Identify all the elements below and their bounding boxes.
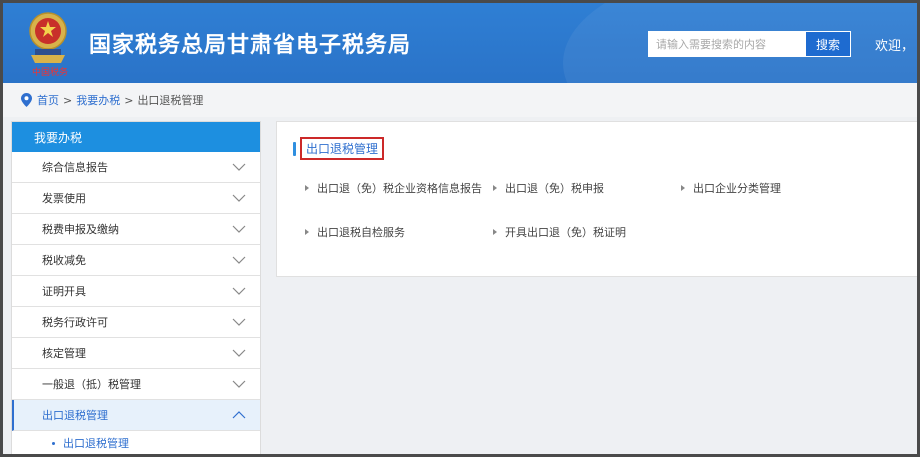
welcome-text: 欢迎， xyxy=(875,39,915,54)
sidebar-item-certificate[interactable]: 证明开具 xyxy=(12,276,260,307)
tax-emblem-icon xyxy=(29,12,67,63)
link-label: 出口退（免）税企业资格信息报告 xyxy=(317,182,482,195)
chevron-down-icon xyxy=(232,194,246,202)
site-title: 国家税务总局甘肃省电子税务局 xyxy=(89,33,412,58)
breadcrumb-home[interactable]: 首页 xyxy=(37,92,59,108)
triangle-right-icon xyxy=(493,229,497,235)
link-qualification-report[interactable]: 出口退（免）税企业资格信息报告 xyxy=(305,180,482,196)
search-input[interactable] xyxy=(648,31,806,57)
chevron-up-icon xyxy=(232,411,246,419)
sidebar-item-label: 一般退（抵）税管理 xyxy=(42,378,141,391)
link-refund-declaration[interactable]: 出口退（免）税申报 xyxy=(493,180,604,196)
link-label: 出口退税自检服务 xyxy=(317,226,405,239)
link-label: 出口退（免）税申报 xyxy=(505,182,604,195)
location-pin-icon xyxy=(21,93,32,107)
chevron-down-icon xyxy=(232,163,246,171)
breadcrumb: 首页 > 我要办税 > 出口退税管理 xyxy=(3,83,917,117)
chevron-down-icon xyxy=(232,349,246,357)
browser-frame: 中国税务 国家税务总局甘肃省电子税务局 搜索 欢迎， 首页 > 我要办税 > 出… xyxy=(0,0,920,457)
sidebar-subitem-export-refund[interactable]: 出口退税管理 xyxy=(12,431,260,454)
chevron-down-icon xyxy=(232,256,246,264)
sidebar-item-export-refund[interactable]: 出口退税管理 xyxy=(12,400,260,431)
sidebar-item-tax-relief[interactable]: 税收减免 xyxy=(12,245,260,276)
sidebar-item-label: 税费申报及缴纳 xyxy=(42,223,119,236)
chevron-down-icon xyxy=(232,380,246,388)
breadcrumb-current: 出口退税管理 xyxy=(137,94,204,107)
breadcrumb-separator: > xyxy=(124,93,134,107)
sidebar-item-label: 出口退税管理 xyxy=(42,409,108,422)
sidebar-item-assessment[interactable]: 核定管理 xyxy=(12,338,260,369)
triangle-right-icon xyxy=(493,185,497,191)
breadcrumb-separator: > xyxy=(63,93,73,107)
sidebar-item-label: 证明开具 xyxy=(42,285,86,298)
sidebar-item-label: 核定管理 xyxy=(42,347,86,360)
sidebar-item-declaration[interactable]: 税费申报及缴纳 xyxy=(12,214,260,245)
search-button[interactable]: 搜索 xyxy=(805,31,851,57)
site-header: 中国税务 国家税务总局甘肃省电子税务局 搜索 欢迎， xyxy=(3,3,917,83)
sidebar-item-label: 综合信息报告 xyxy=(42,161,108,174)
panel-title-marker xyxy=(293,141,296,156)
chevron-down-icon xyxy=(232,287,246,295)
sidebar-item-admin-license[interactable]: 税务行政许可 xyxy=(12,307,260,338)
content-panel: 出口退税管理 出口退（免）税企业资格信息报告 出口退（免）税申报 出口企业分类管… xyxy=(276,121,917,277)
chevron-down-icon xyxy=(232,318,246,326)
link-self-check-service[interactable]: 出口退税自检服务 xyxy=(305,224,405,240)
sidebar: 我要办税 综合信息报告 发票使用 税费申报及缴纳 税收减免 证明开具 税务行政许… xyxy=(11,121,261,454)
sidebar-subitem-label: 出口退税管理 xyxy=(63,437,129,450)
sidebar-title: 我要办税 xyxy=(12,122,260,152)
link-label: 开具出口退（免）税证明 xyxy=(505,226,626,239)
bullet-icon xyxy=(52,441,55,445)
emblem-caption: 中国税务 xyxy=(31,68,68,78)
sidebar-item-general-refund[interactable]: 一般退（抵）税管理 xyxy=(12,369,260,400)
sidebar-item-label: 税务行政许可 xyxy=(42,316,108,329)
chevron-down-icon xyxy=(232,225,246,233)
sidebar-item-info-report[interactable]: 综合信息报告 xyxy=(12,152,260,183)
sidebar-item-invoice[interactable]: 发票使用 xyxy=(12,183,260,214)
triangle-right-icon xyxy=(681,185,685,191)
panel-title: 出口退税管理 xyxy=(300,137,385,160)
link-label: 出口企业分类管理 xyxy=(693,182,781,195)
triangle-right-icon xyxy=(305,229,309,235)
sidebar-item-label: 税收减免 xyxy=(42,254,86,267)
link-enterprise-classification[interactable]: 出口企业分类管理 xyxy=(681,180,781,196)
triangle-right-icon xyxy=(305,185,309,191)
panel-heading: 出口退税管理 xyxy=(293,137,385,160)
link-refund-certificate[interactable]: 开具出口退（免）税证明 xyxy=(493,224,626,240)
sidebar-item-label: 发票使用 xyxy=(42,192,86,205)
breadcrumb-level1[interactable]: 我要办税 xyxy=(76,92,120,108)
